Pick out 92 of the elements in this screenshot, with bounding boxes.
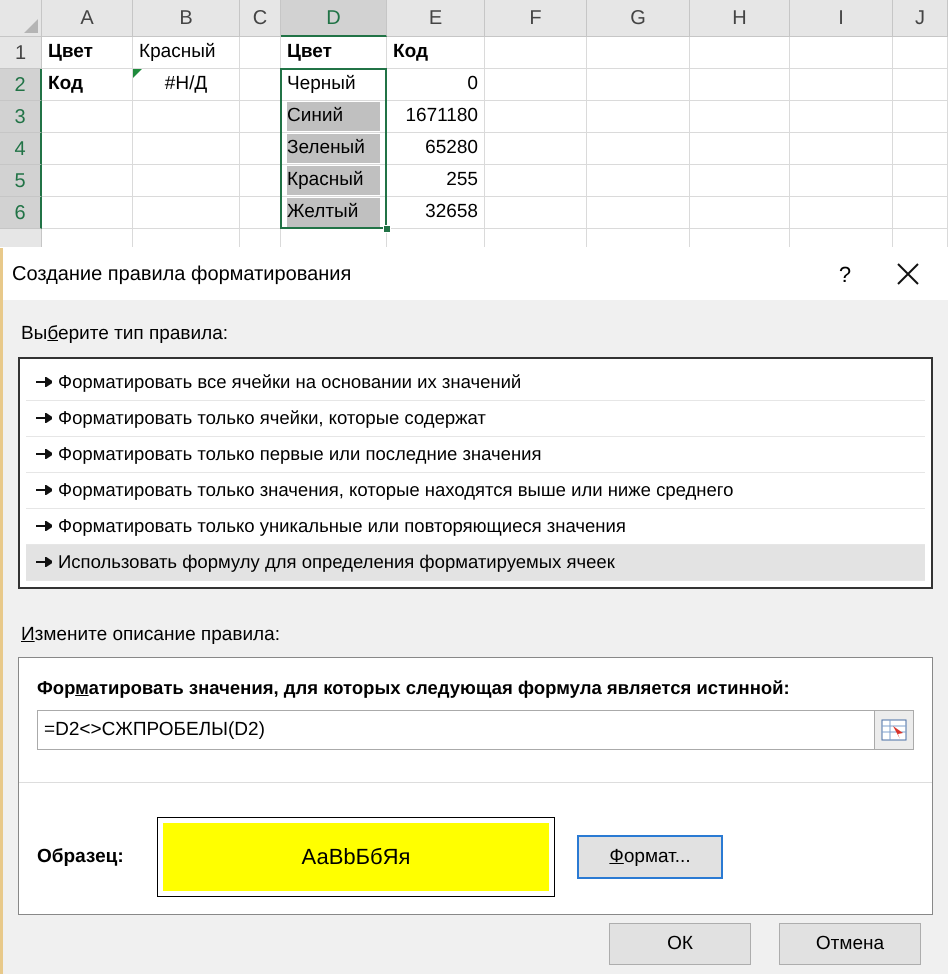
empty-cell[interactable] — [133, 101, 240, 133]
empty-cell[interactable] — [790, 197, 893, 229]
empty-cell[interactable] — [690, 133, 790, 165]
section-label: Измените описание правила: — [20, 622, 281, 646]
pointer-icon — [36, 557, 52, 567]
table-cell[interactable]: 255 — [387, 165, 485, 197]
empty-cell[interactable] — [133, 165, 240, 197]
empty-cell[interactable] — [587, 165, 690, 197]
select-all-corner[interactable] — [0, 0, 42, 37]
empty-cell[interactable] — [690, 101, 790, 133]
table-cell[interactable]: Код — [42, 69, 133, 101]
empty-cell[interactable] — [893, 197, 948, 229]
empty-cell[interactable] — [790, 133, 893, 165]
empty-cell[interactable] — [690, 165, 790, 197]
rule-type-item[interactable]: Форматировать только первые или последние значения — [26, 436, 925, 472]
pointer-icon — [36, 377, 52, 387]
empty-cell[interactable] — [893, 69, 948, 101]
empty-cell[interactable] — [240, 37, 281, 69]
empty-cell[interactable] — [790, 69, 893, 101]
table-cell[interactable]: 0 — [387, 69, 485, 101]
row-header[interactable]: 1 — [0, 37, 42, 69]
column-header[interactable]: A — [42, 0, 133, 37]
rule-type-item[interactable]: Форматировать только ячейки, которые содержат — [26, 400, 925, 436]
empty-cell[interactable] — [587, 37, 690, 69]
empty-cell[interactable] — [485, 101, 587, 133]
column-header[interactable]: H — [690, 0, 790, 37]
table-cell[interactable]: Код — [387, 37, 485, 69]
dialog-button[interactable]: Отмена — [779, 923, 921, 965]
table-cell[interactable]: 1671180 — [387, 101, 485, 133]
column-header[interactable]: F — [485, 0, 587, 37]
empty-cell[interactable] — [893, 165, 948, 197]
column-header[interactable]: D — [281, 0, 387, 37]
column-header[interactable]: B — [133, 0, 240, 37]
column-header[interactable]: G — [587, 0, 690, 37]
formula-label: Форматировать значения, для которых следующая формула является истинной: — [37, 676, 791, 700]
rule-type-item[interactable]: Форматировать только уникальные или повторяющиеся значения — [26, 508, 925, 544]
empty-cell[interactable] — [690, 37, 790, 69]
empty-cell[interactable] — [893, 37, 948, 69]
corner-triangle-icon — [24, 19, 38, 33]
empty-cell[interactable] — [587, 69, 690, 101]
help-button[interactable]: ? — [822, 254, 868, 294]
fill-handle[interactable] — [383, 225, 391, 233]
empty-cell[interactable] — [790, 37, 893, 69]
pointer-icon — [36, 449, 52, 459]
empty-cell[interactable] — [485, 37, 587, 69]
empty-cell[interactable] — [587, 133, 690, 165]
empty-cell[interactable] — [893, 101, 948, 133]
empty-cell[interactable] — [587, 101, 690, 133]
row-header-strip[interactable] — [0, 229, 42, 247]
empty-cell[interactable] — [690, 69, 790, 101]
row-header[interactable]: 5 — [0, 165, 42, 197]
table-cell[interactable]: 32658 — [387, 197, 485, 229]
column-header[interactable]: C — [240, 0, 281, 37]
empty-cell[interactable] — [485, 165, 587, 197]
error-indicator-icon — [133, 69, 142, 78]
dialog-title: Создание правила форматирования — [12, 262, 352, 287]
pointer-icon — [36, 521, 52, 531]
table-cell[interactable]: #Н/Д — [133, 69, 240, 101]
row-header[interactable]: 4 — [0, 133, 42, 165]
column-header[interactable]: I — [790, 0, 893, 37]
pointer-icon — [36, 485, 52, 495]
table-cell[interactable]: 65280 — [387, 133, 485, 165]
empty-cell[interactable] — [587, 197, 690, 229]
range-select-icon — [881, 718, 907, 742]
format-preview: АаBbБбЯя — [157, 816, 555, 897]
empty-cell[interactable] — [690, 197, 790, 229]
empty-cell[interactable] — [485, 197, 587, 229]
close-icon — [897, 263, 919, 285]
pointer-icon — [36, 413, 52, 423]
formula-field[interactable]: =D2<>СЖПРОБЕЛЫ(D2) — [37, 710, 874, 750]
table-cell[interactable]: Цвет — [281, 37, 387, 69]
empty-cell[interactable] — [790, 165, 893, 197]
empty-cell[interactable] — [485, 69, 587, 101]
column-header[interactable]: E — [387, 0, 485, 37]
rule-type-item[interactable]: Использовать формулу для определения форматируемых ячеек — [26, 544, 925, 580]
empty-cell[interactable] — [133, 133, 240, 165]
empty-cell[interactable] — [485, 133, 587, 165]
dialog-button[interactable]: ОК — [609, 923, 751, 965]
column-header[interactable]: J — [893, 0, 948, 37]
table-cell[interactable]: Цвет — [42, 37, 133, 69]
rule-type-item[interactable]: Форматировать только значения, которые находятся выше или ниже среднего — [26, 472, 925, 508]
empty-cell[interactable] — [790, 101, 893, 133]
table-cell[interactable]: Красный — [133, 37, 240, 69]
row-header[interactable]: 3 — [0, 101, 42, 133]
collapse-dialog-button[interactable] — [874, 710, 914, 750]
section-label: Выберите тип правила: — [20, 322, 230, 346]
empty-cell[interactable] — [893, 133, 948, 165]
row-header[interactable]: 6 — [0, 197, 42, 229]
row-header[interactable]: 2 — [0, 69, 42, 101]
format-button[interactable]: Формат... — [577, 834, 723, 879]
preview-label: Образец: — [37, 844, 125, 868]
empty-cell[interactable] — [133, 197, 240, 229]
